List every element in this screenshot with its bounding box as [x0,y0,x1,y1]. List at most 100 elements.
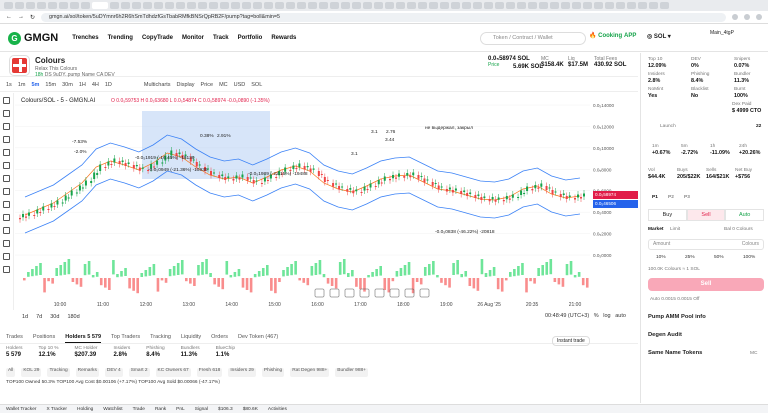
account-label[interactable]: Main_4tgP [710,30,734,36]
data-tab[interactable]: Trades [6,334,23,343]
browser-tab[interactable] [165,2,174,9]
data-tab[interactable]: Holders 5 579 [65,334,102,343]
draw-tool-icon[interactable] [3,214,10,221]
draw-tool-icon[interactable] [3,110,10,117]
range-30d[interactable]: 30d [50,314,59,320]
browser-tab[interactable] [275,2,284,9]
browser-tab[interactable] [264,2,273,9]
browser-tab[interactable] [253,2,262,9]
browser-tab[interactable] [385,2,394,9]
toolbar-display[interactable]: Display [177,82,195,88]
draw-tool-icon[interactable] [3,123,10,130]
browser-tabs[interactable] [0,0,768,11]
sol-selector[interactable]: ◎ SOL ▾ [647,33,671,40]
tag-ca[interactable]: CA [96,72,103,78]
dock-item[interactable]: X Tracker [46,407,67,412]
logo[interactable]: G GMGN [8,31,58,45]
browser-tab[interactable] [37,2,46,9]
dock-item[interactable]: $80.6K [243,407,258,412]
nav-trenches[interactable]: Trenches [72,35,98,41]
filter-chip[interactable]: All [6,368,16,377]
toolbar-mc[interactable]: MC [219,82,228,88]
auto-tab[interactable]: Auto [725,209,765,221]
browser-tab[interactable] [572,2,581,9]
toolbar-multicharts[interactable]: Multicharts [144,82,171,88]
draw-tool-icon[interactable] [3,162,10,169]
price-chart[interactable]: Colours/SOL - 5 - GMGN.AI O 0.0₅59753 H 0… [15,93,638,310]
filter-chip[interactable]: Rat Degen 988+ [290,368,330,377]
trade-settings[interactable]: Auto 0.0015 0.0015 Off [650,297,700,303]
pct-button[interactable]: 10% [656,255,666,261]
dock-item[interactable]: Holding [77,407,93,412]
browser-tab[interactable] [528,2,537,9]
interval-1s[interactable]: 1s [6,82,12,88]
dock-item[interactable]: Watchlist [103,407,122,412]
browser-tab[interactable] [638,2,647,9]
degen-audit-section[interactable]: Degen Audit [648,332,682,338]
filter-chip[interactable]: Insiders 29 [228,368,256,377]
nav-track[interactable]: Track [213,35,229,41]
browser-tab[interactable] [143,2,152,9]
profile-icon[interactable] [756,14,762,20]
browser-tab[interactable] [352,2,361,9]
nav-trending[interactable]: Trending [108,35,133,41]
browser-tab[interactable] [132,2,141,9]
browser-tab[interactable] [297,2,306,9]
dock-item[interactable]: Activities [268,407,287,412]
data-tab[interactable]: Dev Token (467) [238,334,278,343]
preset-P3[interactable]: P3 [684,195,690,201]
dock-item[interactable]: Trade [133,407,145,412]
pool-info-section[interactable]: Pump AMM Pool info [648,314,706,320]
browser-tab[interactable] [462,2,471,9]
interval-1m[interactable]: 1m [18,82,26,88]
draw-tool-icon[interactable] [3,97,10,104]
tag-dev[interactable]: DEV [104,72,114,78]
browser-tab[interactable] [660,2,669,9]
browser-tab[interactable] [15,2,24,9]
range-7d[interactable]: 7d [36,314,42,320]
browser-tab[interactable] [539,2,548,9]
filter-chip[interactable]: Smart 2 [128,368,150,377]
browser-tab[interactable] [209,2,218,9]
browser-tab[interactable] [484,2,493,9]
search-input[interactable]: Token / Contract / Wallet [480,32,586,45]
interval-1D[interactable]: 1D [105,82,112,88]
browser-tab[interactable] [550,2,559,9]
extension-icon[interactable] [744,14,750,20]
url-field[interactable]: gmgn.ai/sol/token/5uDYmnr6h2R6hSmTdhdzfG… [41,12,726,22]
nav-monitor[interactable]: Monitor [182,35,204,41]
dock-item[interactable]: $106.3 [218,407,233,412]
browser-tab[interactable] [187,2,196,9]
browser-tab[interactable] [583,2,592,9]
data-tab[interactable]: Orders [211,334,228,343]
browser-tab[interactable] [495,2,504,9]
sell-button[interactable]: Sell [648,278,764,291]
tag-name[interactable]: Name [82,72,95,78]
range-1d[interactable]: 1d [22,314,28,320]
browser-tab[interactable] [242,2,251,9]
draw-tool-icon[interactable] [3,136,10,143]
browser-tab[interactable] [198,2,207,9]
browser-tab[interactable] [231,2,240,9]
browser-tab[interactable] [341,2,350,9]
browser-tab[interactable] [473,2,482,9]
dock-item[interactable]: Signal [195,407,208,412]
pct-button[interactable]: 25% [685,255,695,261]
browser-tab[interactable] [561,2,570,9]
market-tab[interactable]: Market [648,227,663,233]
toolbar-price[interactable]: Price [201,82,214,88]
draw-tool-icon[interactable] [3,266,10,273]
browser-tab[interactable] [418,2,427,9]
browser-tab[interactable] [26,2,35,9]
filter-chip[interactable]: Phishing [261,368,285,377]
browser-tab[interactable] [92,2,108,9]
preset-P1[interactable]: P1 [652,195,658,201]
buy-tab[interactable]: Buy [648,209,687,221]
browser-tab[interactable] [440,2,449,9]
browser-tab[interactable] [517,2,526,9]
nav-copytrade[interactable]: CopyTrade [142,35,173,41]
dock-item[interactable]: PnL [176,407,185,412]
nav-portfolio[interactable]: Portfolio [238,35,263,41]
same-name-section[interactable]: Same Name Tokens [648,350,702,356]
interval-30m[interactable]: 30m [62,82,73,88]
